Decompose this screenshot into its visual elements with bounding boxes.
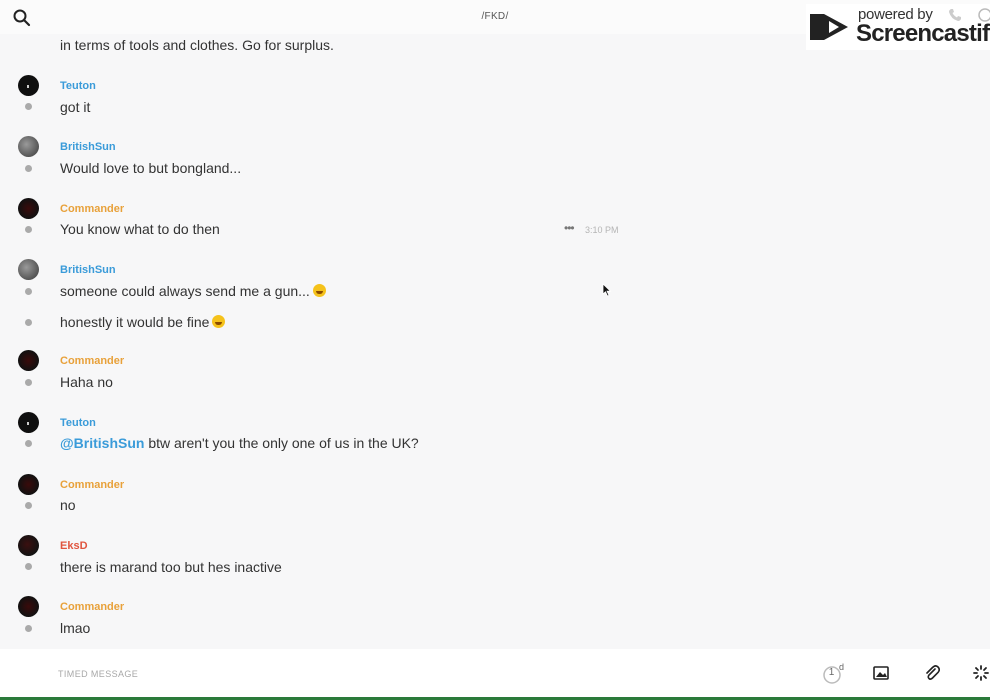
message-text: Haha no: [60, 374, 113, 390]
message-status-dot: [25, 563, 32, 570]
avatar[interactable]: [18, 259, 39, 280]
author-name[interactable]: Commander: [60, 203, 124, 215]
author-name[interactable]: Commander: [60, 355, 124, 367]
avatar[interactable]: [18, 596, 39, 617]
message-status-dot: [25, 165, 32, 172]
message-body: btw aren't you the only one of us in the…: [144, 435, 419, 451]
message-list: in terms of tools and clothes. Go for su…: [0, 34, 990, 649]
phone-icon[interactable]: [948, 8, 962, 22]
message-status-dot: [25, 379, 32, 386]
message-body: someone could always send me a gun...: [60, 283, 310, 299]
timer-unit: d: [839, 662, 845, 672]
message-input[interactable]: [56, 663, 760, 685]
more-options-icon[interactable]: •••: [564, 221, 575, 235]
avatar[interactable]: [18, 198, 39, 219]
message-text: lmao: [60, 620, 91, 636]
message-status-dot: [25, 226, 32, 233]
composer-bar: 1 d: [0, 649, 990, 700]
grin-emoji-icon: [312, 284, 326, 297]
message-text: there is marand too but hes inactive: [60, 559, 282, 575]
author-name[interactable]: BritishSun: [60, 141, 116, 153]
message-text: in terms of tools and clothes. Go for su…: [60, 37, 334, 53]
avatar[interactable]: [18, 75, 39, 96]
message-status-dot: [25, 440, 32, 447]
message-text: @BritishSun btw aren't you the only one …: [60, 435, 419, 451]
message-text: someone could always send me a gun...: [60, 283, 326, 299]
mouse-cursor-icon: [602, 283, 612, 297]
avatar[interactable]: [18, 474, 39, 495]
author-name[interactable]: Commander: [60, 601, 124, 613]
message-status-dot: [25, 319, 32, 326]
user-mention[interactable]: @BritishSun: [60, 435, 144, 451]
message-text: honestly it would be fine: [60, 314, 226, 330]
message-body: honestly it would be fine: [60, 314, 210, 330]
author-name[interactable]: Teuton: [60, 417, 96, 429]
image-icon[interactable]: [873, 665, 889, 681]
author-name[interactable]: Commander: [60, 479, 124, 491]
avatar[interactable]: [18, 535, 39, 556]
avatar[interactable]: [18, 412, 39, 433]
message-text: no: [60, 497, 76, 513]
message-timestamp: 3:10 PM: [585, 225, 619, 235]
author-name[interactable]: EksD: [60, 540, 88, 552]
attachment-icon[interactable]: [924, 664, 940, 682]
timer-button[interactable]: 1 d: [822, 662, 846, 687]
message-status-dot: [25, 103, 32, 110]
avatar[interactable]: [18, 350, 39, 371]
message-status-dot: [25, 502, 32, 509]
message-status-dot: [25, 625, 32, 632]
message-text: got it: [60, 99, 91, 115]
avatar[interactable]: [18, 136, 39, 157]
effects-icon[interactable]: [973, 665, 989, 681]
tongue-emoji-icon: [212, 315, 226, 328]
message-text: Would love to but bongland...: [60, 160, 242, 176]
author-name[interactable]: Teuton: [60, 80, 96, 92]
message-text: You know what to do then: [60, 221, 220, 237]
author-name[interactable]: BritishSun: [60, 264, 116, 276]
info-icon[interactable]: [978, 8, 990, 22]
message-status-dot: [25, 288, 32, 295]
